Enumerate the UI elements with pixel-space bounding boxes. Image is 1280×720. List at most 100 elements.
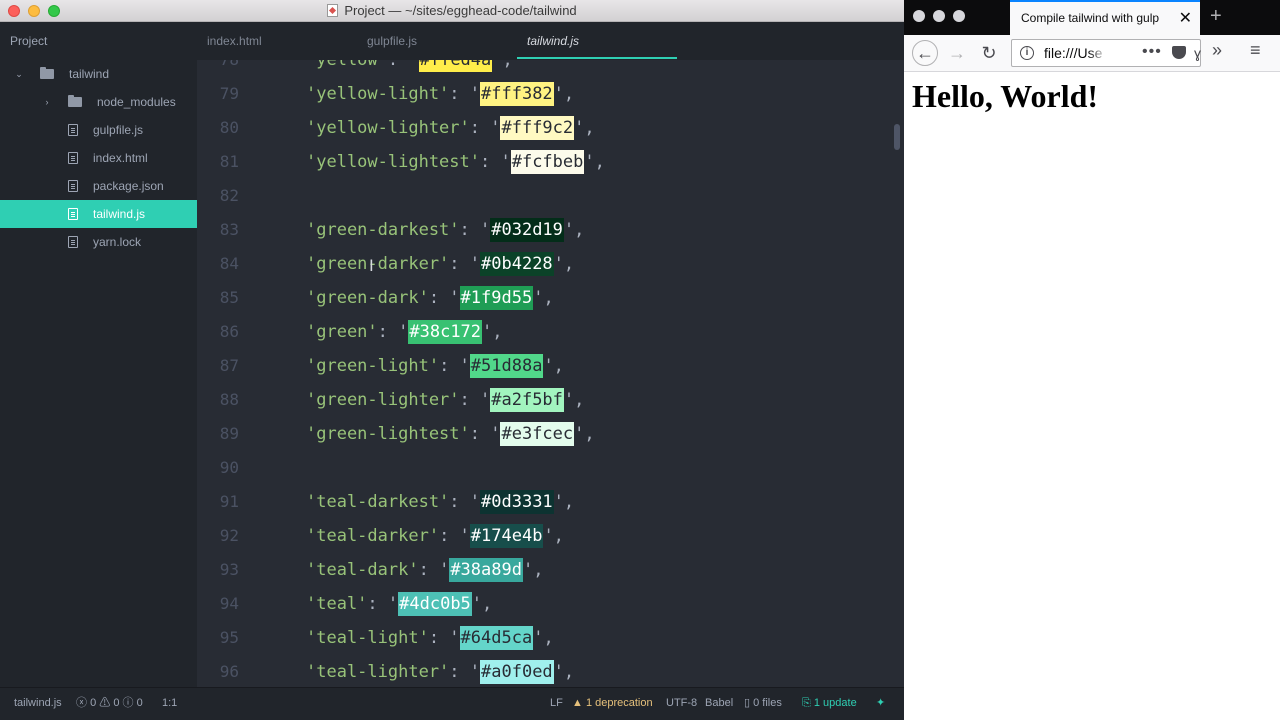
tree-item-gulpfile-js[interactable]: gulpfile.js (0, 116, 197, 144)
status-git[interactable]: ▯ 0 files (744, 688, 782, 719)
line-end: ', (533, 628, 554, 648)
active-tab-indicator (517, 57, 677, 59)
browser-tab[interactable]: Compile tailwind with gulp ✕ (1010, 0, 1200, 35)
separator: : ' (387, 60, 419, 70)
maximize-window-button[interactable] (48, 5, 60, 17)
line-number: 89 (219, 424, 239, 443)
tab-tailwind-js[interactable]: tailwind.js (527, 22, 579, 60)
minimize-window-button[interactable] (28, 5, 40, 17)
tree-item-tailwind[interactable]: ⌄ tailwind (0, 60, 197, 88)
squirrel-icon[interactable]: ✦ (876, 688, 885, 719)
code-text: 'yellow-lighter': '#fff9c2', (306, 111, 595, 145)
close-window-button[interactable] (8, 5, 20, 17)
status-encoding[interactable]: UTF-8 (666, 688, 697, 719)
line-end: ', (533, 288, 554, 308)
status-file-name[interactable]: tailwind.js (14, 688, 62, 719)
file-icon (68, 208, 78, 220)
line-number: 79 (219, 84, 239, 103)
file-icon (68, 236, 78, 248)
code-line: 92 'teal-darker': '#174e4b', (197, 519, 887, 553)
separator: : ' (449, 662, 481, 682)
close-tab-icon[interactable]: ✕ (1179, 2, 1192, 35)
window-title: Project — ~/sites/egghead-code/tailwind (344, 3, 577, 18)
site-info-icon[interactable]: i (1020, 46, 1034, 60)
line-end: ', (553, 254, 575, 274)
separator: : ' (439, 356, 470, 376)
line-number: 96 (219, 662, 239, 681)
editor-scrollbar[interactable] (894, 124, 900, 150)
color-value-swatch: #fff382 (480, 82, 554, 106)
tree-item-tailwind-js[interactable]: tailwind.js (0, 200, 197, 228)
line-end: ', (553, 84, 575, 104)
status-update[interactable]: ⎘ 1 update (802, 688, 857, 719)
separator: : ' (449, 84, 481, 104)
line-number: 91 (219, 492, 239, 511)
tree-item-index-html[interactable]: index.html (0, 144, 197, 172)
error-icon: ⓧ (76, 697, 87, 709)
code-text: 'yellow-light': '#fff382', (306, 77, 574, 111)
document-icon (327, 4, 339, 17)
code-line: 83 'green-darkest': '#032d19', (197, 213, 887, 247)
file-icon (68, 124, 78, 136)
url-fade (1088, 42, 1108, 64)
page-actions-icon[interactable]: ••• (1142, 40, 1162, 64)
chevron-down-icon[interactable]: ⌄ (14, 69, 24, 80)
tree-item-label: index.html (93, 151, 148, 165)
separator: : ' (459, 390, 491, 410)
object-key: 'green-dark' (306, 288, 429, 308)
browser-tabstrip: Compile tailwind with gulp ✕ + (904, 0, 1280, 35)
color-value-swatch: #38c172 (408, 320, 483, 344)
back-button[interactable]: ← (912, 40, 938, 66)
color-value-swatch: #fcfbeb (510, 150, 585, 174)
info-count: 0 (136, 697, 143, 709)
browser-minimize-button[interactable] (933, 10, 945, 22)
code-editor[interactable]: 78'yellow': '#ffed4a', 79 'yellow-light': … (197, 60, 904, 687)
status-cursor-position[interactable]: 1:1 (162, 688, 177, 719)
forward-button[interactable]: → (944, 40, 970, 66)
status-grammar[interactable]: Babel (705, 688, 733, 719)
pocket-icon[interactable] (1172, 46, 1186, 59)
line-number: 88 (219, 390, 239, 409)
code-line: 96 'teal-lighter': '#a0f0ed', (197, 655, 887, 687)
line-number: 94 (219, 594, 239, 613)
warning-count: 0 (113, 697, 120, 709)
overflow-chevron-icon[interactable]: » (1212, 40, 1222, 61)
line-end: ', (543, 356, 564, 376)
browser-close-button[interactable] (913, 10, 925, 22)
tree-item-label: package.json (93, 179, 164, 193)
info-icon: ⓘ (122, 697, 134, 709)
line-end: ', (543, 526, 564, 546)
object-key: 'green-lightest' (306, 424, 470, 444)
warning-triangle-icon: ▲ (572, 697, 583, 709)
color-value-swatch: #fff9c2 (500, 116, 575, 140)
line-end: ', (553, 662, 575, 682)
line-end: ', (584, 152, 605, 172)
tree-item-yarn-lock[interactable]: yarn.lock (0, 228, 197, 256)
sidebar-title: Project (10, 34, 48, 48)
color-value-swatch: #1f9d55 (459, 286, 534, 310)
code-text: 'green-light': '#51d88a', (306, 349, 564, 383)
browser-maximize-button[interactable] (953, 10, 965, 22)
line-end: ', (522, 560, 544, 580)
status-diagnostics[interactable]: ⓧ 0 ⚠ 0 ⓘ 0 (76, 688, 143, 719)
new-tab-button[interactable]: + (1210, 0, 1222, 33)
code-text: 'green-darker': '#0b4228', (306, 247, 574, 281)
hamburger-menu-icon[interactable]: ≡ (1250, 40, 1261, 61)
status-deprecation[interactable]: ▲ 1 deprecation (572, 688, 653, 719)
code-line: 78 'yellow': '#ffed4a', (197, 60, 887, 77)
tree-item-node-modules[interactable]: › node_modules (0, 88, 197, 116)
status-line-ending[interactable]: LF (550, 688, 563, 719)
line-number: 90 (219, 458, 239, 477)
page-heading: Hello, World! (912, 78, 1099, 114)
bookmark-icon[interactable]: ɣ (1194, 40, 1201, 66)
reload-button[interactable]: ↻ (976, 40, 1002, 66)
file-icon: ▯ (744, 697, 751, 709)
url-bar[interactable]: i file:///Use ••• ɣ (1011, 39, 1201, 67)
tab-index-html[interactable]: index.html (207, 22, 262, 60)
separator: : ' (459, 220, 491, 240)
chevron-right-icon[interactable]: › (42, 97, 52, 107)
separator: : ' (367, 594, 399, 614)
object-key: 'green-darkest' (306, 220, 460, 240)
tab-gulpfile-js[interactable]: gulpfile.js (367, 22, 417, 60)
tree-item-package-json[interactable]: package.json (0, 172, 197, 200)
